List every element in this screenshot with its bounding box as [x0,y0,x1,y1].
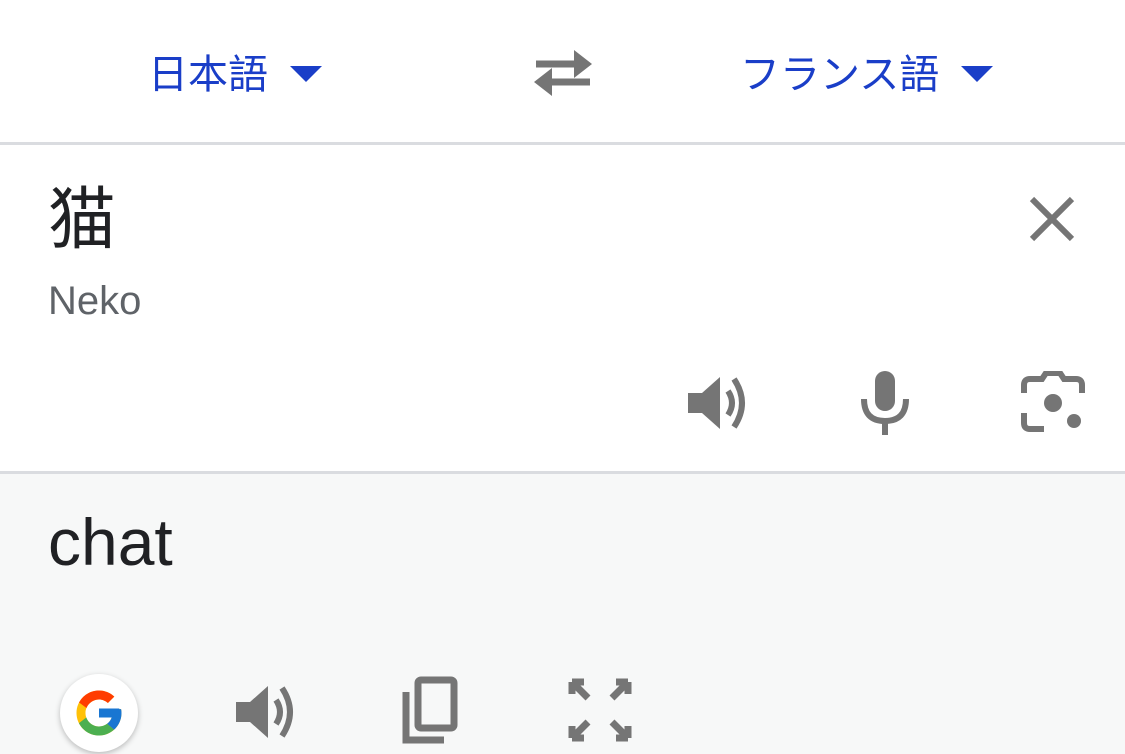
google-g-icon[interactable] [60,674,138,752]
source-language-label: 日本語 [148,52,268,98]
copy-icon[interactable] [400,676,460,746]
source-text[interactable]: 猫 [48,181,116,261]
microphone-icon[interactable] [858,369,912,435]
swap-arrows-icon[interactable] [530,44,596,100]
google-logo [76,690,122,736]
source-language-selector[interactable]: 日本語 [148,42,322,100]
translation-result-text[interactable]: chat [48,504,173,580]
close-icon[interactable] [1022,189,1082,249]
source-input-panel[interactable]: 猫 Neko [0,145,1125,474]
language-bar: 日本語 フランス語 [0,0,1125,145]
chevron-down-icon [961,66,994,82]
camera-lens-icon[interactable] [1020,371,1086,435]
target-language-label: フランス語 [740,52,940,98]
speaker-icon[interactable] [232,680,298,744]
chevron-down-icon [290,66,322,82]
source-romanization: Neko [48,279,142,323]
fullscreen-icon[interactable] [568,678,632,742]
target-language-selector[interactable]: フランス語 [740,42,994,100]
speaker-icon[interactable] [684,371,750,435]
translation-result-panel: chat [0,474,1125,754]
translate-app: 日本語 フランス語 猫 Neko chat [0,0,1125,754]
